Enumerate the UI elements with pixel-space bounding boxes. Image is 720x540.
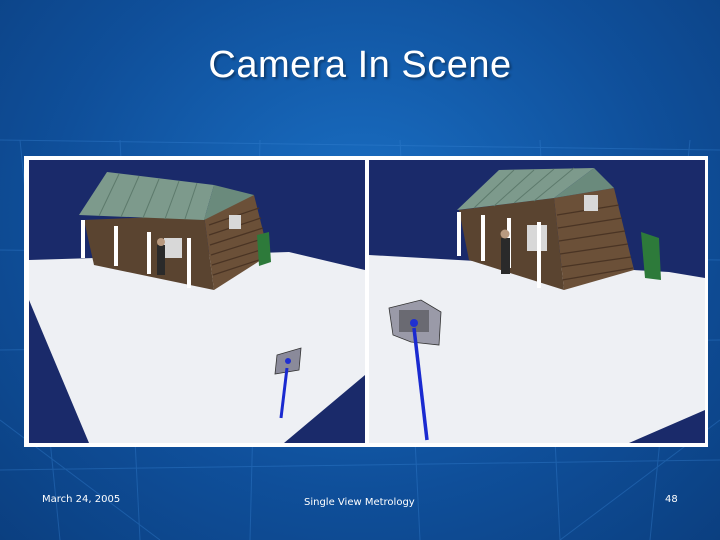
left-scene-view — [29, 160, 365, 443]
right-scene-image — [369, 160, 705, 443]
image-panel — [24, 156, 708, 447]
right-scene-view — [369, 160, 705, 443]
footer-date: March 24, 2005 — [42, 494, 121, 505]
footer-title: Single View Metrology — [304, 497, 415, 508]
page-number: 48 — [665, 494, 678, 505]
slide-title: Camera In Scene — [208, 44, 512, 86]
left-scene-image — [29, 160, 365, 443]
